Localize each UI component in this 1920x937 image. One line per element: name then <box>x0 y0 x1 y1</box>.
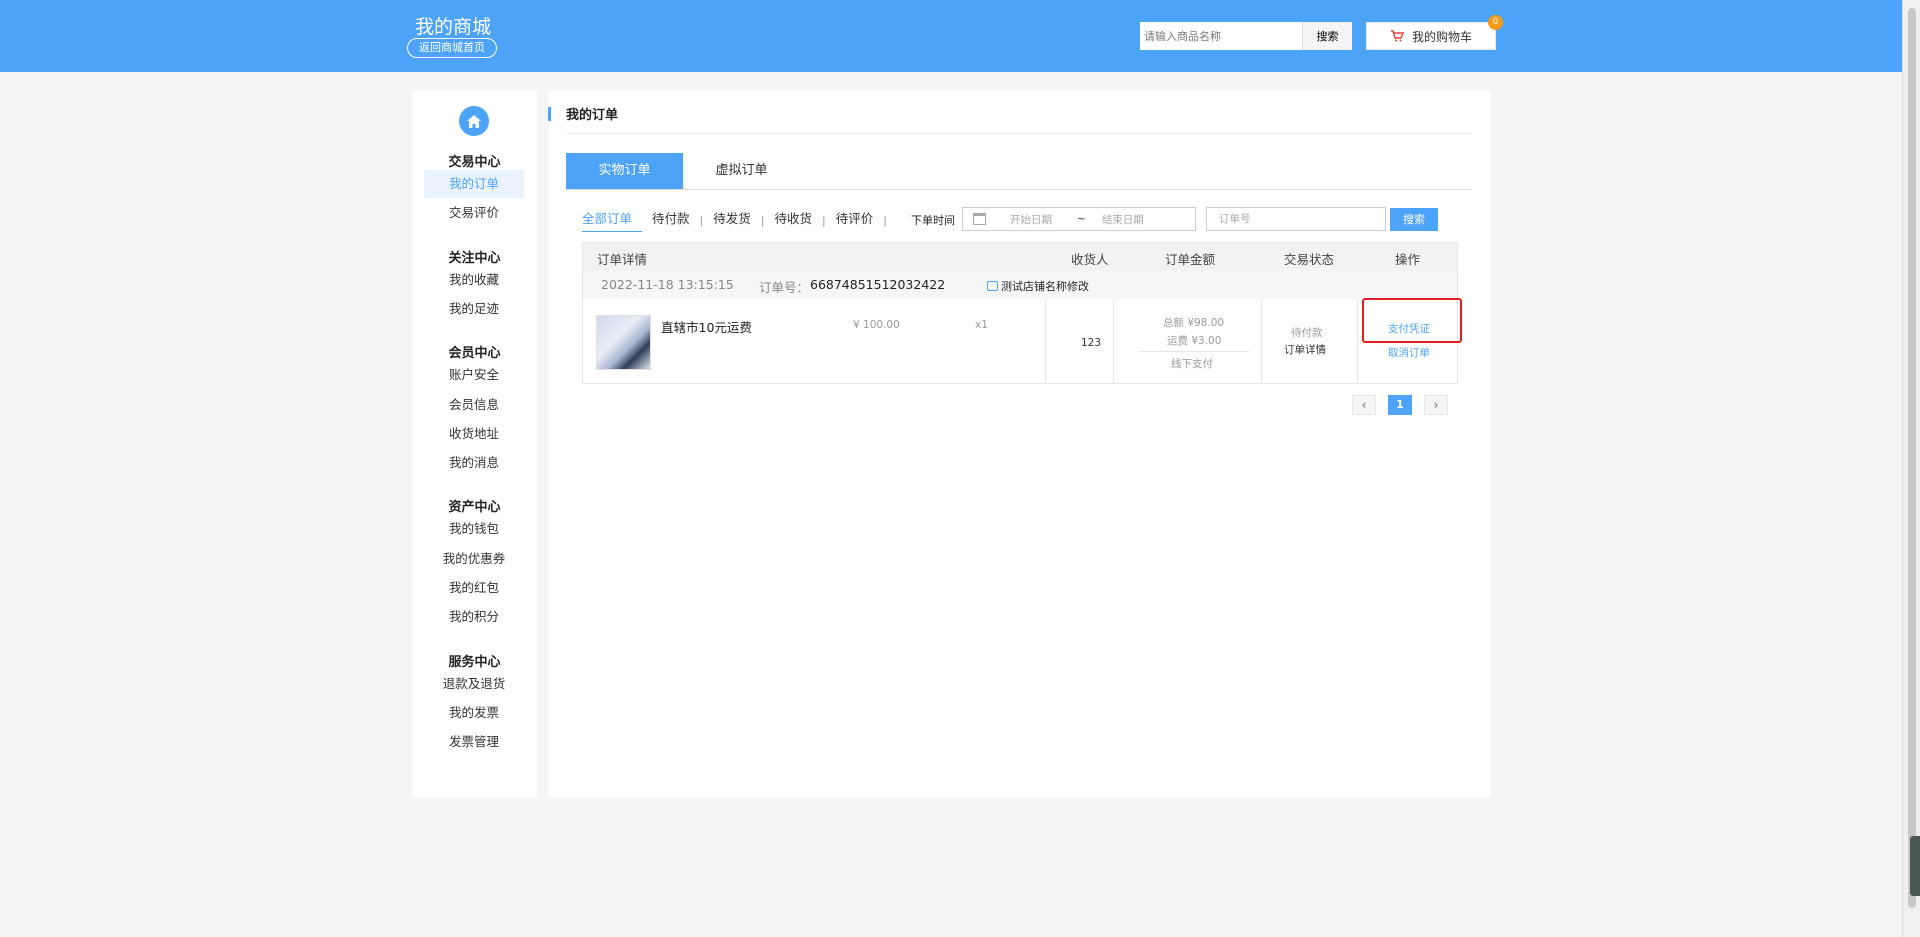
payment-method: 线下支付 <box>1171 358 1213 370</box>
shop-name: 测试店铺名称修改 <box>1001 280 1089 293</box>
order-detail-link[interactable]: 订单详情 <box>1284 342 1326 357</box>
filter-separator: | <box>883 213 887 227</box>
sidebar-item-member-0[interactable]: 账户安全 <box>424 361 524 389</box>
home-button[interactable] <box>459 106 489 136</box>
sidebar-group-title-member: 会员中心 <box>448 346 501 362</box>
main-panel: 我的订单 实物订单 虚拟订单 全部订单 待付款 | 待发货 | 待收货 | 待评… <box>548 90 1491 798</box>
product-thumbnail[interactable] <box>596 315 651 370</box>
filter-pending-review[interactable]: 待评价 <box>826 208 884 232</box>
sidebar-item-member-2[interactable]: 收货地址 <box>424 420 524 448</box>
product-price: ¥ 100.00 <box>853 319 900 331</box>
order-number-label: 订单号： <box>759 280 810 295</box>
product-quantity: x1 <box>975 319 988 331</box>
sidebar-group-title-trade: 交易中心 <box>448 155 501 170</box>
sidebar-item-trade-1[interactable]: 交易评价 <box>424 199 524 227</box>
order-search-button[interactable]: 搜索 <box>1390 208 1438 231</box>
order-date: 2022-11-18 13:15:15 <box>601 277 734 292</box>
date-end[interactable]: 结束日期 <box>1102 212 1144 227</box>
header-trade-status: 交易状态 <box>1284 252 1335 267</box>
order-meta-row: 2022-11-18 13:15:15 订单号： 668748515120324… <box>583 271 1457 299</box>
tab-physical-orders[interactable]: 实物订单 <box>566 153 683 189</box>
shop-icon <box>987 281 998 291</box>
header-operation: 操作 <box>1395 252 1421 267</box>
date-start[interactable]: 开始日期 <box>1010 212 1065 227</box>
order-total: 总额 ¥98.00 <box>1163 317 1225 329</box>
header-receiver: 收货人 <box>1071 252 1109 267</box>
cart-count-badge: 0 <box>1488 15 1503 30</box>
order-number-input[interactable]: 订单号 <box>1206 207 1386 231</box>
sidebar-item-asset-3[interactable]: 我的积分 <box>424 603 524 631</box>
sidebar-item-service-2[interactable]: 发票管理 <box>424 728 524 756</box>
filter-all-orders[interactable]: 全部订单 <box>582 208 643 232</box>
sidebar-item-service-0[interactable]: 退款及退货 <box>424 670 524 698</box>
next-page-button[interactable]: › <box>1424 395 1448 415</box>
cell-divider <box>1357 299 1358 383</box>
side-floating-widget[interactable] <box>1910 836 1920 896</box>
product-name[interactable]: 直辖市10元运费 <box>661 317 752 336</box>
tab-underline <box>566 189 1472 190</box>
sidebar-group-title-asset: 资产中心 <box>448 500 501 516</box>
sidebar-item-follow-0[interactable]: 我的收藏 <box>424 266 524 294</box>
title-accent-bar <box>548 107 551 121</box>
scrollbar-thumb[interactable] <box>1908 8 1916 908</box>
sidebar-item-asset-0[interactable]: 我的钱包 <box>424 515 524 543</box>
table-row: 直辖市10元运费 ¥ 100.00 x1 123 总额 ¥98.00 运费 ¥3… <box>583 299 1457 383</box>
product-search-box: 搜索 <box>1140 22 1352 50</box>
order-number: 66874851512032422 <box>810 277 946 292</box>
order-status-filters: 全部订单 待付款 | 待发货 | 待收货 | 待评价 | <box>582 205 887 235</box>
order-time-label: 下单时间 <box>911 214 955 227</box>
cell-divider <box>1261 299 1262 383</box>
brand-title: 我的商城 <box>415 16 492 38</box>
sidebar-item-service-1[interactable]: 我的发票 <box>424 699 524 727</box>
order-shipping: 运费 ¥3.00 <box>1167 335 1222 347</box>
shop-link[interactable]: 测试店铺名称修改 <box>987 278 1089 294</box>
header-order-amount: 订单金额 <box>1165 252 1216 267</box>
sidebar-item-asset-1[interactable]: 我的优惠券 <box>424 545 524 573</box>
sidebar-item-member-3[interactable]: 我的消息 <box>424 449 524 477</box>
page-title: 我的订单 <box>566 108 619 123</box>
return-home-link[interactable]: 返回商城首页 <box>407 38 497 58</box>
filter-pending-shipment[interactable]: 待发货 <box>703 208 761 232</box>
receiver-name: 123 <box>1081 337 1102 349</box>
date-range-tilde: ~ <box>1077 213 1086 225</box>
sidebar: 交易中心 我的订单 交易评价关注中心 我的收藏 我的足迹会员中心 账户安全 会员信息 收货地址… <box>412 90 537 798</box>
cart-icon <box>1390 30 1404 42</box>
cell-divider <box>1045 299 1046 383</box>
order-status: 待付款 <box>1291 327 1323 339</box>
product-search-button[interactable]: 搜索 <box>1302 22 1352 50</box>
table-header: 订单详情 收货人 订单金额 交易状态 操作 <box>583 243 1457 271</box>
prev-page-button[interactable]: ‹ <box>1352 395 1376 415</box>
sidebar-group-title-service: 服务中心 <box>448 654 501 670</box>
sidebar-item-trade-0[interactable]: 我的订单 <box>424 170 524 198</box>
header-order-detail: 订单详情 <box>597 252 648 267</box>
pagination: ‹ 1 › <box>1352 395 1448 415</box>
sidebar-item-asset-2[interactable]: 我的红包 <box>424 574 524 602</box>
cart-label: 我的购物车 <box>1411 29 1472 44</box>
title-divider <box>566 133 1472 134</box>
product-search-input[interactable] <box>1140 22 1302 50</box>
sidebar-item-follow-1[interactable]: 我的足迹 <box>424 295 524 323</box>
page-1-button[interactable]: 1 <box>1388 395 1412 415</box>
home-icon <box>467 114 481 128</box>
filter-pending-payment[interactable]: 待付款 <box>642 208 700 232</box>
sidebar-group-title-follow: 关注中心 <box>448 250 501 266</box>
tab-virtual-orders[interactable]: 虚拟订单 <box>683 153 800 189</box>
cart-button[interactable]: 我的购物车 <box>1366 22 1496 50</box>
payment-voucher-link[interactable]: 支付凭证 <box>1388 321 1430 336</box>
cancel-order-link[interactable]: 取消订单 <box>1388 345 1430 360</box>
order-table: 订单详情 收货人 订单金额 交易状态 操作 2022-11-18 13:15:1… <box>582 242 1458 384</box>
sidebar-item-member-1[interactable]: 会员信息 <box>424 391 524 419</box>
top-header: 我的商城 返回商城首页 搜索 我的购物车 0 <box>0 0 1902 72</box>
date-range-picker[interactable]: 开始日期 ~ 结束日期 <box>962 207 1196 231</box>
filter-pending-receipt[interactable]: 待收货 <box>764 208 822 232</box>
amount-divider <box>1139 351 1249 352</box>
calendar-icon <box>973 213 986 225</box>
cell-divider <box>1113 299 1114 383</box>
page-scrollbar[interactable] <box>1902 0 1920 937</box>
